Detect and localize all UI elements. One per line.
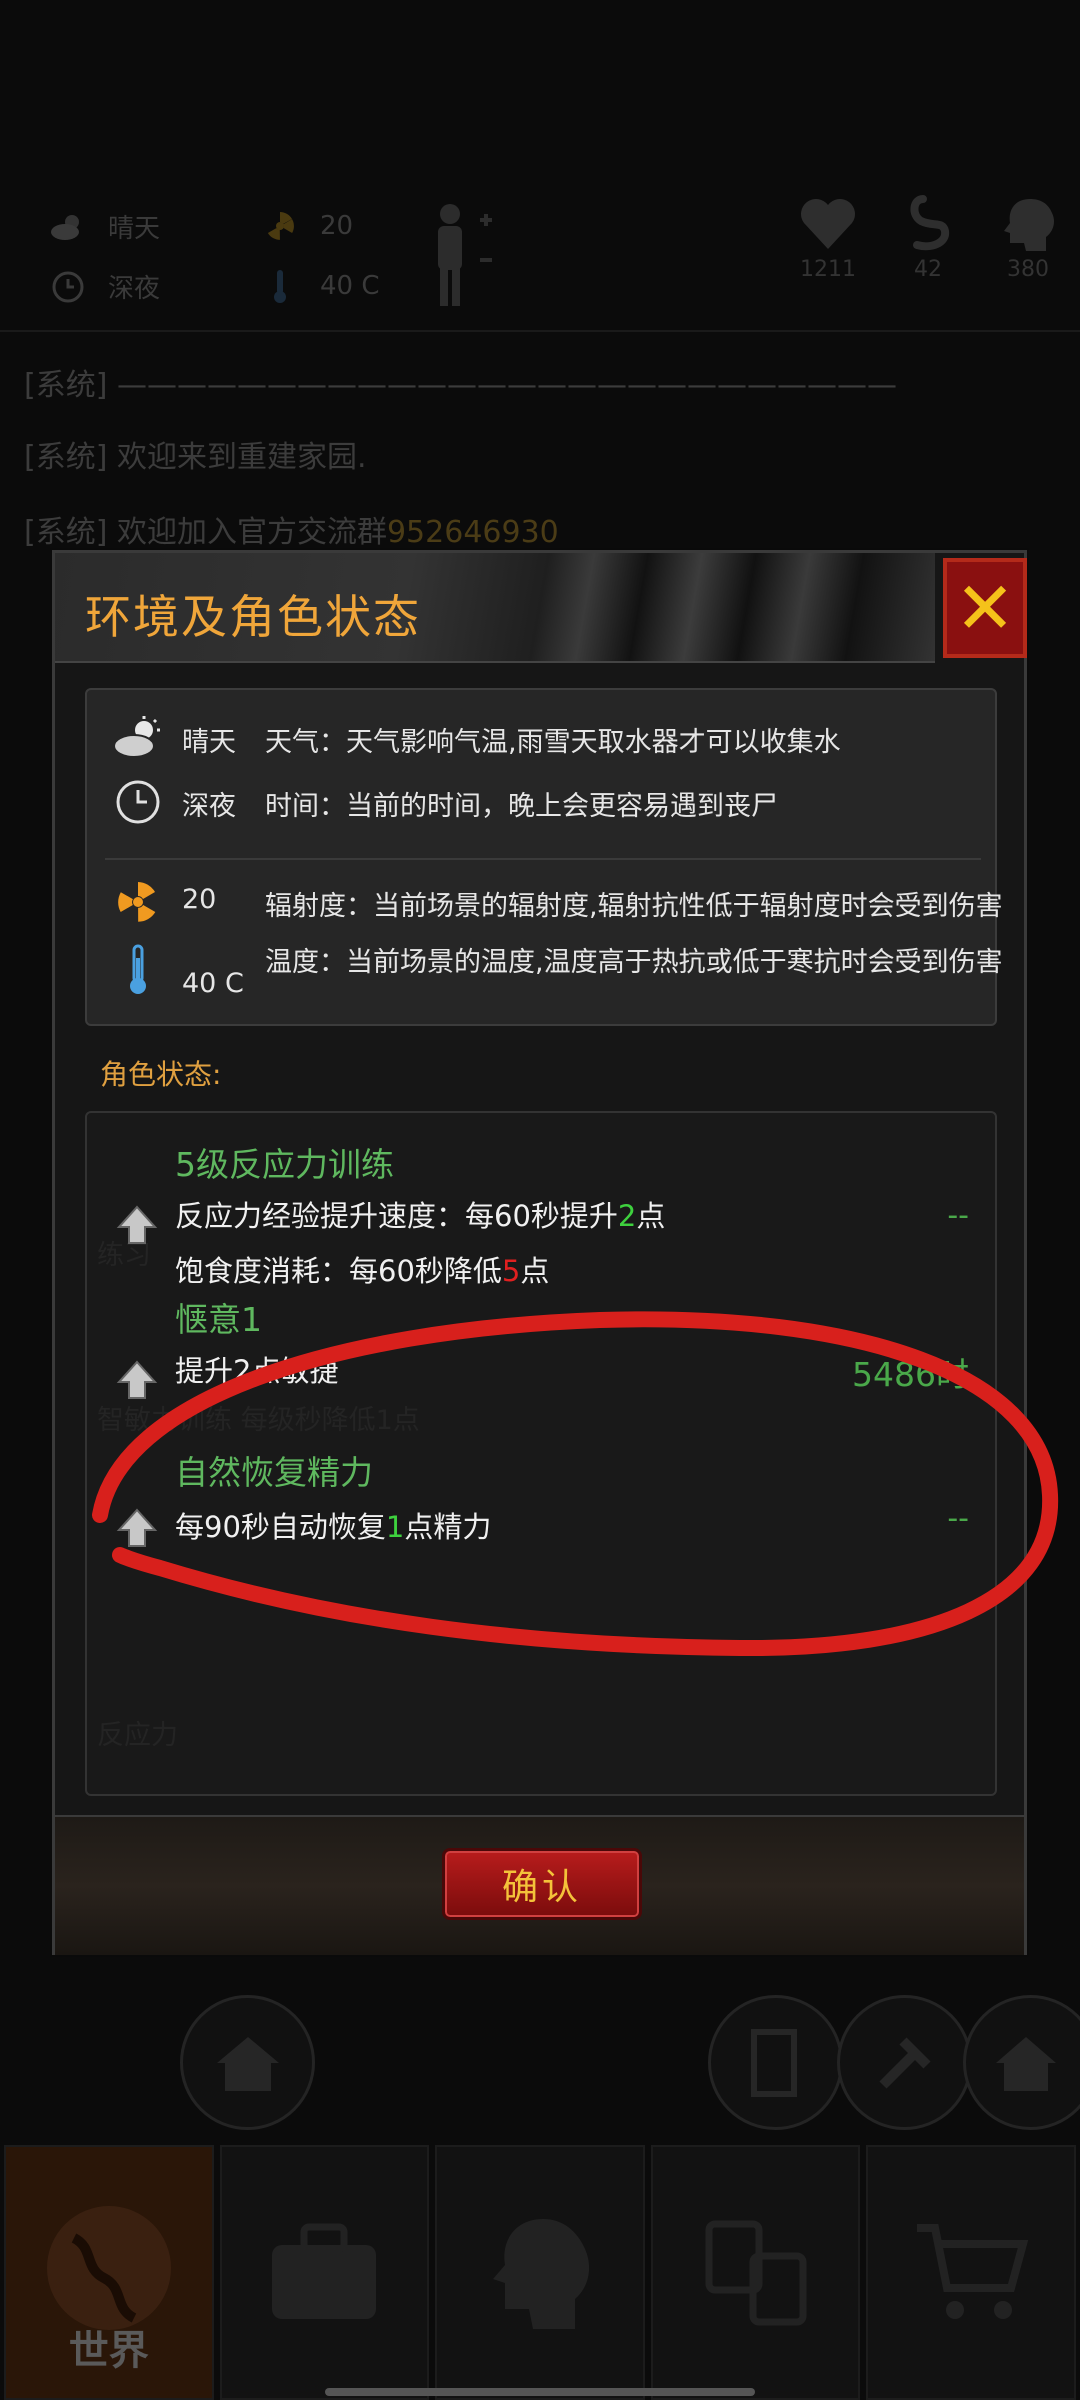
radiation-icon (262, 208, 298, 244)
build-button[interactable] (837, 1995, 972, 2130)
environment-panel: 晴天 天气：天气影响气温,雨雪天取水器才可以收集水 深夜 时间：当前的时间，晚上… (85, 688, 1003, 1026)
env-radiation-desc: 辐射度：当前场景的辐射度,辐射抗性低于辐射度时会受到伤害 (265, 891, 1003, 922)
env-row-time: 深夜 时间：当前的时间，晚上会更容易遇到丧尸 (87, 772, 999, 832)
time-status: 深夜 (50, 268, 160, 305)
log-line: [系统] 欢迎加入官方交流群952646930 (24, 515, 559, 550)
home-button[interactable] (180, 1995, 315, 2130)
log-line: [系统] —————————————————————————— (24, 368, 897, 403)
env-time-value: 深夜 (182, 791, 236, 822)
thermometer-icon (262, 268, 298, 304)
tab-shop[interactable] (866, 2145, 1076, 2400)
head-gear-icon (492, 2218, 590, 2329)
radiation-icon (112, 876, 164, 928)
env-divider (105, 858, 981, 860)
home-indicator (325, 2388, 755, 2396)
hunger-value: 42 (914, 257, 942, 282)
env-row-temperature: 40 C 温度：当前场景的温度,温度高于热抗或低于寒抗时会受到伤害 (87, 928, 1003, 999)
skill-effect: 饱食度消耗：每60秒降低5点 (175, 1254, 550, 1288)
rank-up-icon (116, 1360, 158, 1399)
env-weather-value: 晴天 (182, 727, 236, 758)
thermometer-icon (112, 944, 164, 996)
hammer-icon (878, 2036, 931, 2089)
heart-icon (801, 199, 855, 249)
hunger-vital: 42 (883, 195, 973, 282)
close-button[interactable]: ✕ (943, 558, 1027, 658)
skill-duration: -- (947, 1198, 969, 1233)
confirm-label: 确认 (501, 1867, 582, 1908)
skill-effect: 提升2点敏捷 (175, 1354, 339, 1388)
cloud-sun-icon (50, 209, 86, 245)
tab-world-label: 世界 (68, 2328, 149, 2374)
env-row-radiation: 20 辐射度：当前场景的辐射度,辐射抗性低于辐射度时会受到伤害 (87, 872, 1003, 932)
tab-world[interactable]: 世界 (4, 2145, 214, 2400)
skill-effect: 每90秒自动恢复1点精力 (175, 1510, 492, 1544)
weather-label: 晴天 (108, 214, 161, 244)
character-status-list[interactable]: 练习 智敏力训练 每级秒降低1点 反应力 5级反应力训练 反应力经验提升速度：每… (85, 1111, 997, 1796)
skill-name: 5级反应力训练 (175, 1145, 394, 1184)
suitcase-icon (272, 2223, 377, 2319)
character-status-label: 角色状态: (100, 1058, 222, 1091)
skill-name: 惬意1 (175, 1300, 262, 1339)
time-label: 深夜 (108, 274, 161, 304)
env-row-weather: 晴天 天气：天气影响气温,雨雪天取水器才可以收集水 (87, 708, 999, 768)
skill-effect: 反应力经验提升速度：每60秒提升2点 (175, 1199, 666, 1233)
ghost-text: 反应力 (97, 1720, 178, 1751)
skill-duration: 5486时 (852, 1355, 969, 1394)
character-figure-icon[interactable] (428, 200, 498, 314)
skill-duration: -- (947, 1501, 969, 1536)
rank-up-icon (116, 1205, 158, 1244)
radiation-value: 20 (320, 211, 354, 241)
mind-vital: 380 (983, 195, 1073, 282)
home-icon (216, 2036, 279, 2091)
env-weather-desc: 天气：天气影响气温,雨雪天取水器才可以收集水 (265, 727, 841, 758)
weather-status: 晴天 (50, 208, 160, 245)
ghost-text: 智敏力训练 每级秒降低1点 (97, 1405, 420, 1436)
tab-skills[interactable] (435, 2145, 645, 2400)
log-line: [系统] 欢迎来到重建家园. (24, 440, 367, 475)
env-temperature-value: 40 C (182, 968, 244, 999)
rank-up-icon (116, 1508, 158, 1547)
health-vital: 1211 (783, 195, 873, 282)
close-icon: ✕ (954, 566, 1016, 650)
radiation-status: 20 (262, 208, 353, 244)
mind-value: 380 (1007, 257, 1049, 282)
dialog-title: 环境及角色状态 (85, 590, 421, 644)
cloud-sun-icon (112, 712, 164, 764)
temperature-value: 40 C (320, 271, 380, 301)
env-time-desc: 时间：当前的时间，晚上会更容易遇到丧尸 (265, 791, 778, 822)
home-gear-icon (995, 2036, 1056, 2091)
home-settings-button[interactable] (963, 1995, 1080, 2130)
clock-icon (112, 776, 164, 828)
clock-icon (50, 269, 86, 305)
health-value: 1211 (800, 257, 856, 282)
exit-button[interactable] (708, 1995, 843, 2130)
cart-icon (917, 2223, 1029, 2319)
confirm-button[interactable]: 确认 (442, 1848, 642, 1920)
tab-trade[interactable] (650, 2145, 861, 2400)
dialog-header: 环境及角色状态 (55, 553, 935, 663)
env-radiation-value: 20 (182, 884, 217, 915)
skill-name: 自然恢复精力 (175, 1453, 373, 1492)
status-dialog: 环境及角色状态 ✕ 晴天 天气：天气影响气温,雨雪天取水器才可以收集水 深夜 时… (52, 550, 1027, 1955)
stomach-icon (910, 195, 950, 251)
head-icon (1004, 199, 1054, 251)
temperature-status: 40 C (262, 268, 380, 304)
bottom-tab-bar: 世界 (0, 2145, 1080, 2400)
exit-door-icon (750, 2028, 797, 2097)
env-temperature-desc: 温度：当前场景的温度,温度高于热抗或低于寒抗时会受到伤害 (265, 947, 1003, 978)
exchange-icon (705, 2220, 807, 2325)
tab-inventory[interactable] (219, 2145, 430, 2400)
